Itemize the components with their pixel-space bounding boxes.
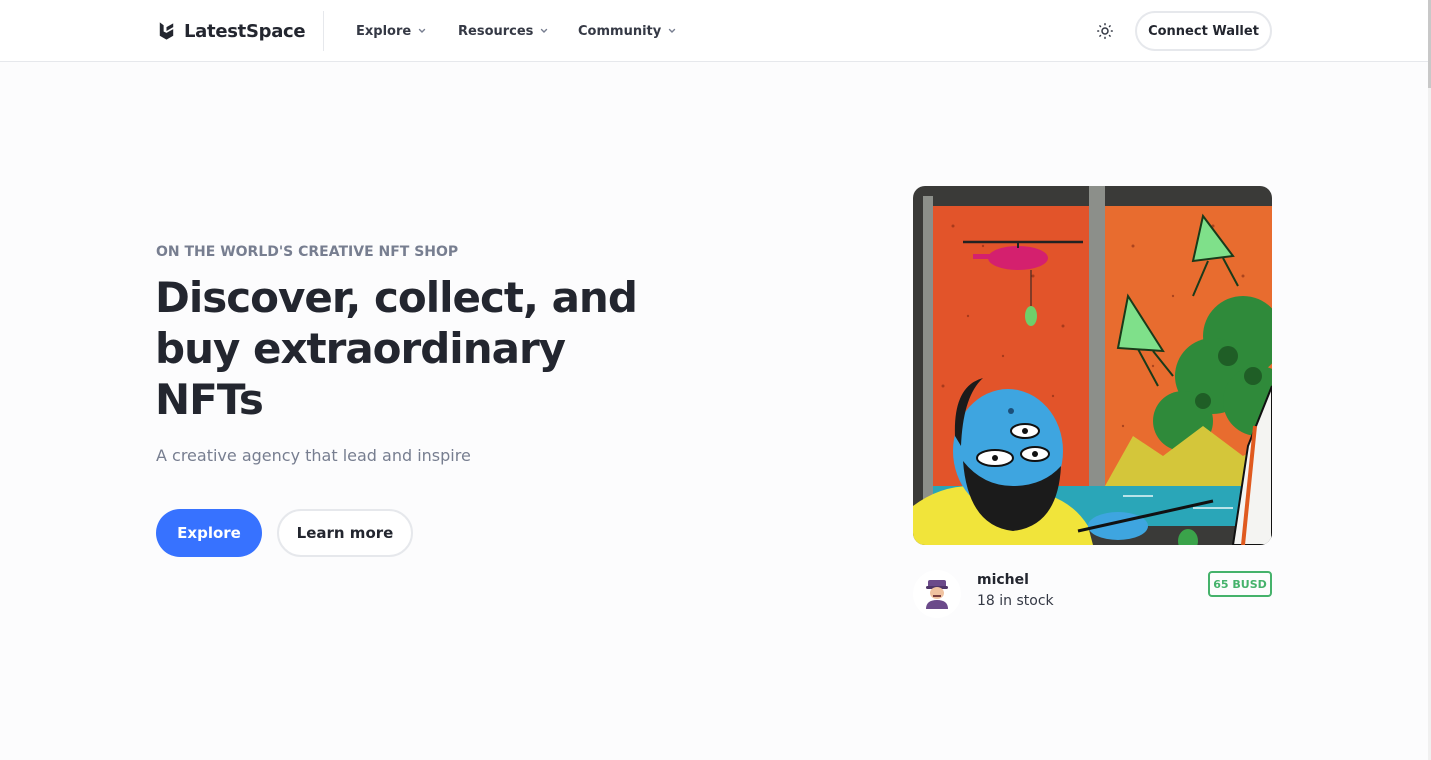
header-divider <box>323 11 324 51</box>
nav-resources-label: Resources <box>458 23 534 39</box>
theme-toggle[interactable] <box>1095 21 1115 41</box>
hero-eyebrow: ON THE WORLD'S CREATIVE NFT SHOP <box>156 244 459 260</box>
chevron-down-icon <box>541 28 548 33</box>
latestspace-logo-icon <box>159 22 174 40</box>
brand-name: LatestSpace <box>184 20 306 42</box>
chevron-down-icon <box>669 28 676 33</box>
learn-more-button[interactable]: Learn more <box>277 509 413 557</box>
chevron-down-icon <box>418 28 426 33</box>
brand-logo[interactable]: LatestSpace <box>155 18 306 44</box>
nav-community-label: Community <box>578 23 662 39</box>
creator-name[interactable]: michel <box>977 572 1029 588</box>
nft-artwork[interactable] <box>913 186 1272 545</box>
hero-title: Discover, collect, and buy extraordinary… <box>155 273 638 424</box>
hero-subtitle: A creative agency that lead and inspire <box>156 446 471 465</box>
price-badge: 65 BUSD <box>1208 571 1272 597</box>
connect-wallet-button[interactable]: Connect Wallet <box>1135 11 1272 51</box>
stock-count: 18 in stock <box>977 593 1054 609</box>
nav-explore-label: Explore <box>356 23 412 39</box>
explore-button[interactable]: Explore <box>156 509 262 557</box>
top-header: LatestSpace Explore Resources Community <box>0 0 1431 62</box>
sun-icon <box>1097 23 1113 39</box>
nav-resources[interactable]: Resources <box>458 22 548 40</box>
creator-avatar[interactable] <box>913 570 961 618</box>
nav-community[interactable]: Community <box>578 22 676 40</box>
nav-explore[interactable]: Explore <box>356 22 426 40</box>
